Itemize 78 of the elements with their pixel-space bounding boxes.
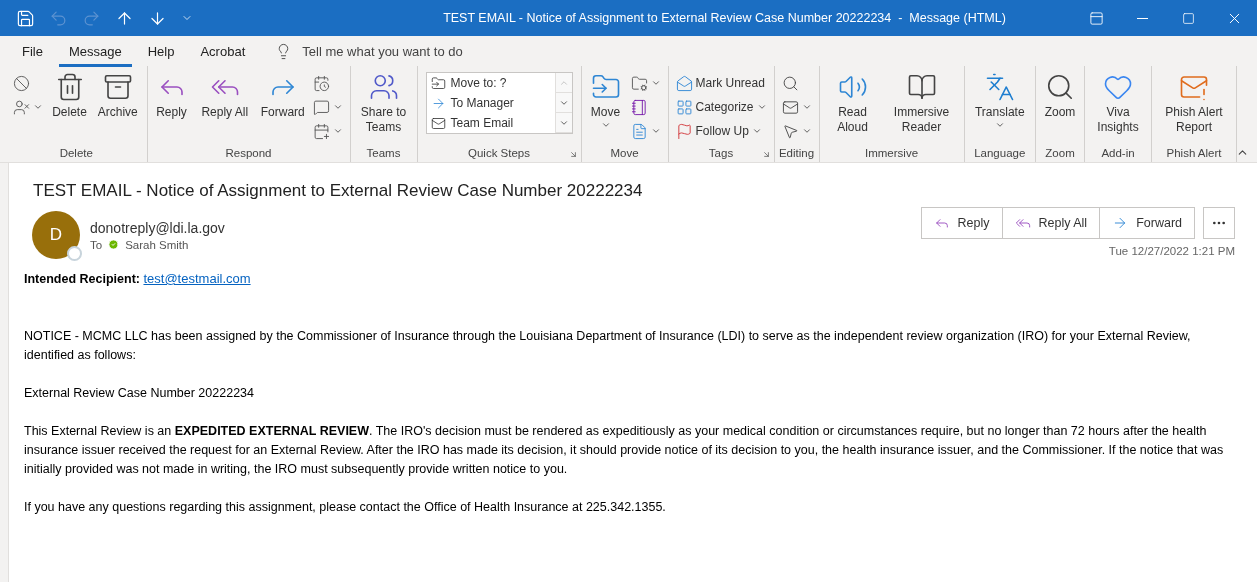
to-label: To — [90, 238, 103, 251]
book-icon — [906, 72, 937, 102]
body-paragraph: NOTICE - MCMC LLC has been assigned by the Commissioner of Insurance through the Louisiana Department of Insurance (LDI) to serve as the independent review organization (IRO) for your External Review, identified as follows: — [24, 328, 1192, 364]
menu-tab[interactable]: Help — [137, 38, 185, 67]
calendar-icon — [312, 122, 330, 140]
group-label: Immersive — [865, 146, 919, 161]
ribbon-button[interactable]: Share to Teams — [354, 70, 413, 137]
dialog-launcher-icon[interactable] — [568, 150, 578, 159]
mail-icon — [781, 98, 799, 116]
avatar: D — [32, 211, 80, 259]
available-icon — [108, 239, 120, 250]
notebook-icon — [630, 98, 648, 116]
document-icon — [630, 122, 648, 140]
ribbon-button[interactable]: Immersive Reader — [883, 70, 960, 137]
grid-icon — [675, 98, 693, 116]
group-label: Move — [610, 146, 639, 161]
save-icon[interactable] — [16, 8, 35, 28]
calendar-icon — [312, 74, 330, 92]
mail-icon — [430, 115, 446, 131]
menu-tab[interactable]: Message — [58, 38, 132, 67]
window-title: TEST EMAIL - Notice of Assignment to External Review Case Number 20222234 - Message (HTML) — [442, 11, 1007, 25]
field-label: Intended Recipient: — [24, 272, 140, 286]
body-paragraph: This External Review is an EXPEDITED EXTERNAL REVIEW. The IRO's decision must be rendered as expeditiously as your medical condition or circumstances require, but no longer than 72 hours after the health insurance issuer received the request for an External Review. After the IRO has made its decision, it should provide notice of its decision to you, the health insurance issuer, and the Commissioner. If the notice that was initially provided was not made in writing, the IRO must subsequently provide written notice to you. — [24, 423, 1225, 478]
quick-step-item[interactable]: Team Email — [426, 113, 555, 133]
ribbon-button[interactable]: Categorize — [672, 96, 770, 118]
pointer-icon — [781, 122, 799, 140]
ribbon-button[interactable]: Viva Insights — [1089, 70, 1148, 137]
group-label: Teams — [366, 146, 401, 161]
ribbon-button[interactable]: Zoom — [1040, 70, 1081, 122]
block-icon — [13, 74, 30, 92]
group-label: Phish Alert — [1166, 146, 1222, 161]
group-label: Zoom — [1045, 146, 1075, 161]
maximize-icon — [1181, 11, 1195, 25]
chat-icon — [312, 98, 330, 116]
folder-icon — [630, 74, 648, 92]
tell-me-field[interactable]: Tell me what you want to do — [300, 42, 545, 60]
group-label: Add-in — [1101, 146, 1135, 161]
ribbon-button[interactable]: Follow Up — [672, 120, 770, 142]
teams-icon — [368, 72, 399, 102]
panel-icon — [1088, 10, 1104, 26]
flag-icon — [675, 122, 693, 140]
group-label: Language — [974, 146, 1026, 161]
mail-icon — [675, 74, 693, 92]
body-paragraph: External Review Case Number 20222234 — [24, 385, 255, 402]
recipient-name: Sarah Smith — [125, 238, 189, 251]
quick-step-item[interactable]: To Manager — [426, 93, 555, 113]
minimize-icon — [1136, 17, 1148, 19]
ribbon-button[interactable]: Forward — [258, 70, 308, 122]
ribbon-button[interactable]: Reply — [151, 70, 192, 122]
group-label: Quick Steps — [468, 146, 530, 161]
body-paragraph: If you have any questions regarding this assignment, please contact the Office of Health Insurance at 225.342.1355. — [24, 499, 667, 516]
menu-tab[interactable]: File — [12, 38, 53, 67]
folder-icon — [430, 75, 446, 91]
search-icon — [781, 74, 799, 92]
menu-tab[interactable]: Acrobat — [190, 38, 256, 67]
group-label: Tags — [708, 146, 734, 161]
group-label: Delete — [59, 146, 93, 161]
arrow-right-icon — [430, 95, 446, 111]
ribbon-button[interactable]: Archive — [93, 70, 143, 122]
group-label: Editing — [778, 146, 815, 161]
ribbon-button[interactable]: Read Aloud — [823, 70, 882, 137]
archive-icon — [102, 72, 133, 102]
presence-icon — [67, 246, 82, 261]
user-block-icon — [13, 98, 30, 116]
quick-step-item[interactable]: Move to: ? — [426, 73, 555, 93]
ribbon-button[interactable]: Mark Unread — [672, 72, 770, 94]
ribbon-button[interactable]: Move — [585, 70, 626, 132]
sender-address: donotreply@ldi.la.gov — [90, 219, 225, 236]
email-subject: TEST EMAIL - Notice of Assignment to External Review Case Number 20222234 — [33, 181, 644, 201]
sent-date: Tue 12/27/2022 1:21 PM — [1108, 245, 1235, 257]
translate-icon — [984, 72, 1015, 102]
dialog-launcher-icon[interactable] — [761, 150, 771, 159]
ribbon-button[interactable]: Reply All — [193, 70, 256, 122]
group-label: Respond — [225, 146, 272, 161]
ribbon-button[interactable]: Phish Alert Report — [1156, 70, 1233, 137]
ribbon-button[interactable]: Translate — [968, 70, 1032, 132]
email-link[interactable]: test@testmail.com — [143, 271, 251, 286]
ribbon-button[interactable]: Delete — [48, 70, 91, 122]
